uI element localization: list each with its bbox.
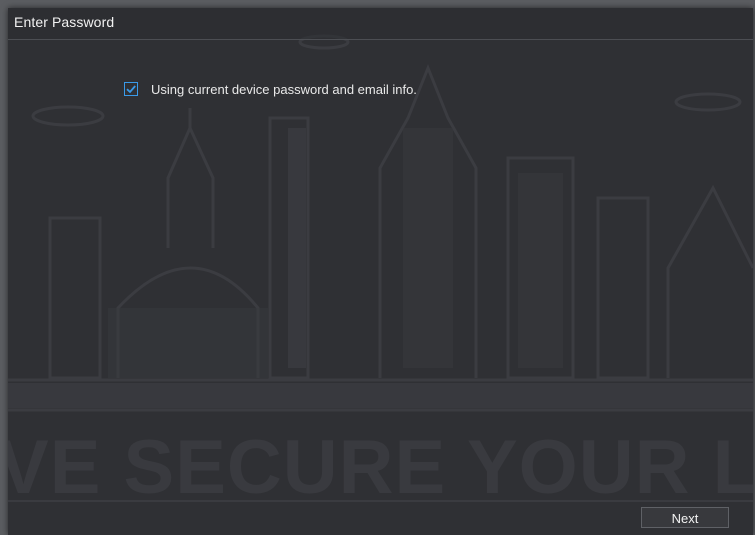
screen: VE SECURE YOUR L Enter Password Using cu… [0, 0, 755, 535]
dialog-title-bar: Enter Password [8, 8, 753, 40]
use-current-password-option[interactable]: Using current device password and email … [124, 80, 417, 98]
slogan-watermark: VE SECURE YOUR L [8, 425, 753, 510]
next-button[interactable]: Next [641, 507, 729, 528]
use-current-password-label: Using current device password and email … [151, 81, 417, 97]
dialog-title: Enter Password [14, 14, 115, 30]
enter-password-dialog: VE SECURE YOUR L Enter Password Using cu… [8, 8, 753, 535]
use-current-password-checkbox[interactable] [124, 82, 138, 96]
check-icon [126, 85, 136, 94]
